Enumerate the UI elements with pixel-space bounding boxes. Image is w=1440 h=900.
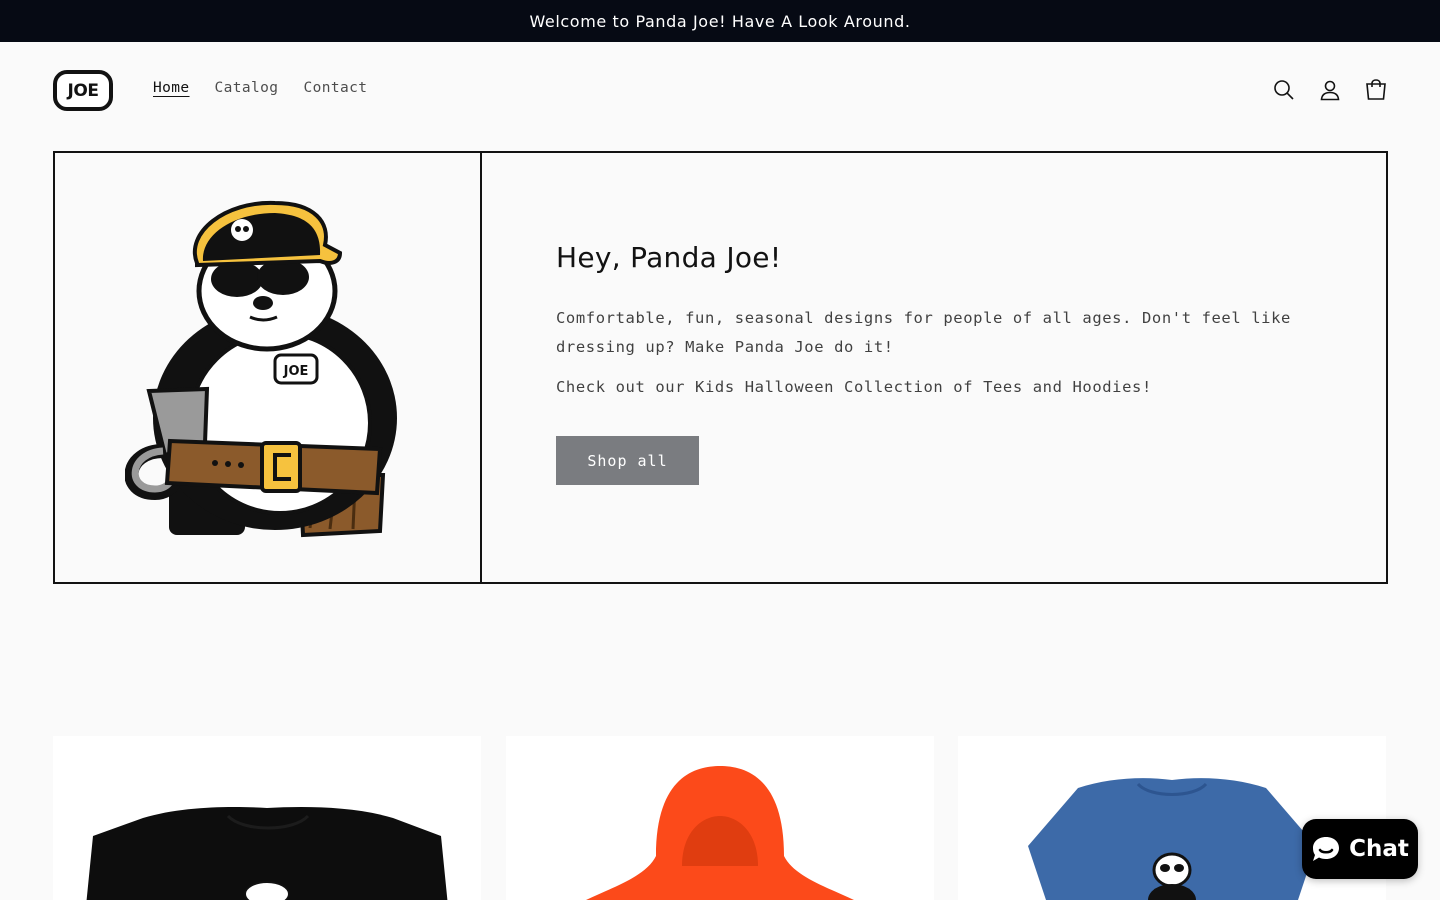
pirate-panda-illustration: JOE — [125, 200, 397, 538]
account-icon[interactable] — [1318, 78, 1342, 102]
orange-hoodie-image — [586, 766, 854, 900]
badge-text: JOE — [283, 364, 309, 379]
hero-banner: JOE Hey, Panda Joe! Comfortable, fun, se… — [53, 151, 1388, 584]
hero-title: Hey, Panda Joe! — [556, 241, 782, 274]
hero-content: Hey, Panda Joe! Comfortable, fun, season… — [482, 153, 1296, 582]
chat-bubble-icon — [1313, 837, 1340, 861]
nav-catalog[interactable]: Catalog — [215, 80, 279, 96]
chat-button[interactable]: Chat — [1302, 819, 1418, 879]
site-header: JOE Home Catalog Contact — [0, 42, 1440, 138]
store-logo[interactable]: JOE — [53, 70, 113, 111]
announcement-bar: Welcome to Panda Joe! Have A Look Around… — [0, 0, 1440, 42]
hero-image: JOE — [55, 153, 482, 582]
main-nav: Home Catalog Contact — [153, 80, 367, 96]
announcement-text: Welcome to Panda Joe! Have A Look Around… — [529, 11, 911, 31]
chat-label: Chat — [1349, 836, 1409, 862]
product-card-orange-hoodie[interactable] — [506, 736, 934, 900]
search-icon[interactable] — [1272, 78, 1296, 102]
product-card-black-tshirt[interactable] — [53, 736, 481, 900]
nav-home[interactable]: Home — [153, 80, 190, 96]
logo-text: JOE — [67, 80, 99, 101]
cart-icon[interactable] — [1364, 78, 1388, 102]
black-tshirt-image — [86, 807, 448, 900]
nav-contact[interactable]: Contact — [303, 80, 367, 96]
hero-subtext: Check out our Kids Halloween Collection … — [556, 378, 1152, 396]
shop-all-button[interactable]: Shop all — [556, 436, 699, 485]
header-icons — [1272, 78, 1388, 102]
hero-description: Comfortable, fun, seasonal designs for p… — [556, 309, 1291, 356]
